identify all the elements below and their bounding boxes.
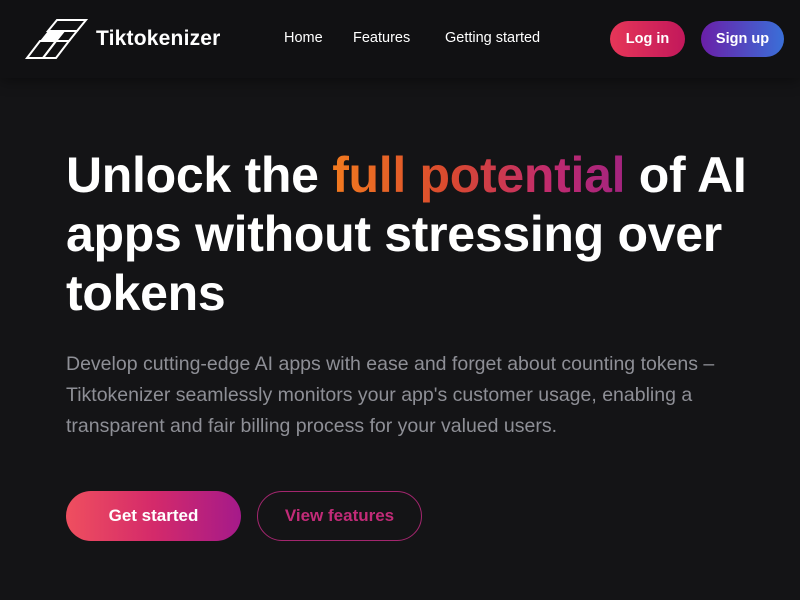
- hero-section: Unlock the full potential of AI apps wit…: [66, 146, 766, 323]
- nav-link-features[interactable]: Features: [353, 30, 410, 46]
- headline-text-start: Unlock the: [66, 147, 333, 203]
- brand-logo-link[interactable]: Tiktokenizer: [24, 19, 221, 59]
- site-header: Tiktokenizer Home Features Getting start…: [0, 0, 800, 78]
- hero-subtitle: Develop cutting-edge AI apps with ease a…: [66, 353, 715, 437]
- view-features-button[interactable]: View features: [257, 491, 422, 541]
- tiktokenizer-logo-icon: [24, 19, 88, 59]
- hero-headline: Unlock the full potential of AI apps wit…: [66, 146, 766, 323]
- login-button[interactable]: Log in: [610, 21, 685, 57]
- headline-highlight: full potential: [332, 147, 626, 203]
- signup-button[interactable]: Sign up: [701, 21, 784, 57]
- get-started-button[interactable]: Get started: [66, 491, 241, 541]
- brand-name: Tiktokenizer: [96, 27, 221, 50]
- nav-link-home[interactable]: Home: [284, 30, 323, 46]
- nav-link-getting-started[interactable]: Getting started: [445, 30, 540, 46]
